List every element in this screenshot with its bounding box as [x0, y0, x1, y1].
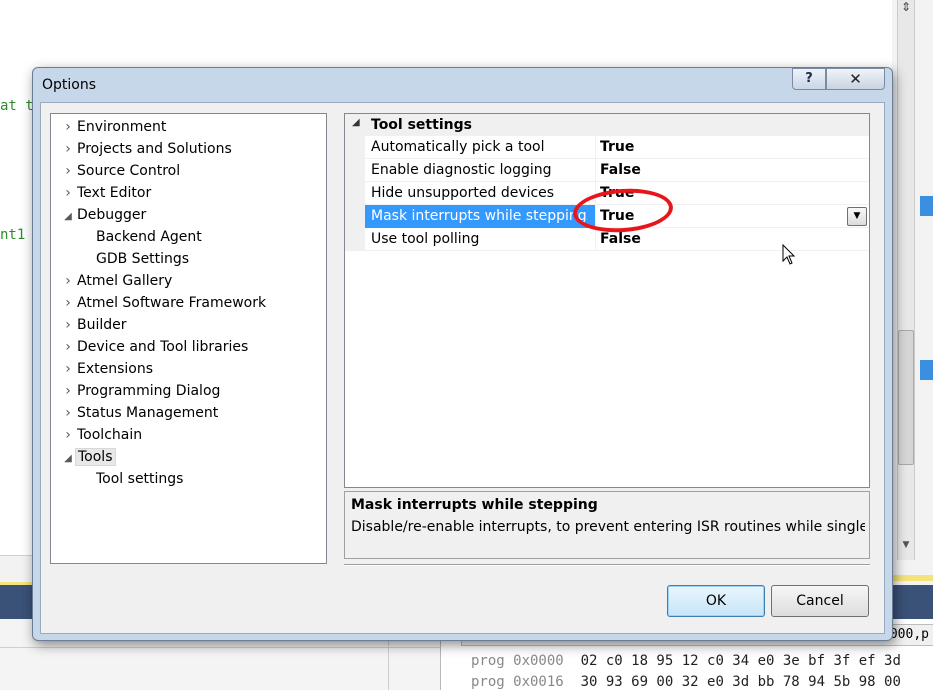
chevron-right-icon[interactable]: › [61, 314, 75, 336]
tree-item[interactable]: ◢ Debugger [61, 204, 148, 226]
dropdown-arrow-icon[interactable]: ▼ [847, 207, 867, 226]
dialog-title: Options [42, 77, 97, 93]
property-name: Hide unsupported devices [371, 185, 555, 201]
chevron-right-icon[interactable]: › [61, 138, 75, 160]
description-panel: Mask interrupts while stepping Disable/r… [344, 491, 870, 559]
property-row[interactable]: Enable diagnostic logging False [345, 159, 869, 182]
help-button[interactable]: ? [792, 68, 826, 90]
tree-item-label: Backend Agent [96, 229, 202, 245]
chevron-right-icon[interactable]: › [61, 292, 75, 314]
scroll-down-icon[interactable]: ▼ [897, 540, 915, 554]
memory-row: prog 0x0016 30 93 69 00 32 e0 3d bb 78 9… [471, 674, 901, 690]
property-value[interactable]: False [600, 231, 641, 247]
property-value[interactable]: True [600, 208, 634, 224]
chevron-right-icon[interactable]: › [61, 270, 75, 292]
memory-bytes: 02 c0 18 95 12 c0 34 e0 3e bf 3f ef 3d [580, 653, 901, 669]
marker [920, 196, 933, 216]
chevron-right-icon[interactable]: › [61, 116, 75, 138]
chevron-right-icon[interactable]: › [61, 336, 75, 358]
splitter-icon[interactable]: ⇕ [897, 0, 915, 14]
memory-address: prog 0x0000 [471, 653, 564, 669]
tree-item[interactable]: › Programming Dialog [61, 380, 222, 402]
scrollbar-thumb[interactable] [898, 330, 914, 465]
tree-item[interactable]: › Atmel Software Framework [61, 292, 268, 314]
tree-item[interactable]: › Source Control [61, 160, 182, 182]
property-row[interactable]: Mask interrupts while stepping True ▼ [345, 205, 869, 228]
property-row[interactable]: Hide unsupported devices True [345, 182, 869, 205]
cancel-button[interactable]: Cancel [771, 585, 869, 617]
close-icon: ✕ [849, 70, 862, 88]
tree-item[interactable]: Tool settings [80, 468, 185, 490]
close-button[interactable]: ✕ [826, 68, 885, 90]
mouse-cursor-icon [782, 244, 796, 265]
property-grid: ◢ Tool settings Automatically pick a too… [344, 113, 870, 488]
property-name: Use tool polling [371, 231, 480, 247]
tree-item[interactable]: › Extensions [61, 358, 155, 380]
chevron-right-icon[interactable]: › [61, 160, 75, 182]
property-value[interactable]: True [600, 139, 634, 155]
tree-item-label: Extensions [77, 361, 154, 377]
dialog-titlebar[interactable]: Options ? ✕ [33, 68, 892, 102]
chevron-right-icon[interactable]: › [61, 380, 75, 402]
code-fragment: nt1 [0, 227, 26, 243]
tree-item-label: GDB Settings [96, 251, 190, 267]
expanded-triangle-icon[interactable]: ◢ [61, 206, 75, 228]
tree-item-label: Device and Tool libraries [77, 339, 249, 355]
tree-item-label: Builder [77, 317, 127, 333]
chevron-right-icon[interactable]: › [61, 182, 75, 204]
tree-item[interactable]: › Status Management [61, 402, 220, 424]
property-name: Automatically pick a tool [371, 139, 545, 155]
chevron-right-icon[interactable]: › [61, 424, 75, 446]
tree-item[interactable]: ◢ Tools [61, 446, 116, 468]
options-tree: › Environment › Projects and Solutions › Sour… [50, 113, 327, 564]
dialog-client-area: › Environment › Projects and Solutions › Sour… [40, 102, 885, 634]
tree-item-label: Text Editor [77, 185, 152, 201]
tree-item[interactable]: GDB Settings [80, 248, 191, 270]
tree-item[interactable]: › Environment [61, 116, 168, 138]
tree-item[interactable]: Backend Agent [80, 226, 204, 248]
memory-row: prog 0x0000 02 c0 18 95 12 c0 34 e0 3e b… [471, 653, 901, 669]
chevron-right-icon[interactable]: › [61, 402, 75, 424]
editor-vertical-scrollbar[interactable] [897, 0, 915, 560]
property-row[interactable]: Automatically pick a tool True [345, 136, 869, 159]
options-dialog: Options ? ✕ › Environment › Projects and So… [32, 67, 893, 641]
editor-right-column: ⇕ ▼ [892, 0, 933, 585]
tree-item-label: Programming Dialog [77, 383, 221, 399]
tree-item-label: Atmel Gallery [77, 273, 173, 289]
tree-item[interactable]: › Builder [61, 314, 129, 336]
collapse-triangle-icon[interactable]: ◢ [352, 117, 360, 128]
expanded-triangle-icon[interactable]: ◢ [61, 448, 75, 470]
memory-address: prog 0x0016 [471, 674, 564, 690]
ok-button[interactable]: OK [667, 585, 765, 617]
help-icon: ? [805, 71, 813, 86]
code-fragment: at t [0, 98, 34, 114]
property-value[interactable]: False [600, 162, 641, 178]
category-label: Tool settings [371, 117, 472, 133]
divider [344, 564, 870, 566]
marker [920, 360, 933, 380]
chevron-right-icon[interactable]: › [61, 358, 75, 380]
tree-item[interactable]: › Projects and Solutions [61, 138, 234, 160]
description-text: Disable/re-enable interrupts, to prevent… [351, 519, 865, 535]
tree-item-label: Status Management [77, 405, 219, 421]
tree-item[interactable]: › Toolchain [61, 424, 144, 446]
category-row[interactable]: ◢ Tool settings [345, 114, 869, 136]
tree-item[interactable]: › Text Editor [61, 182, 153, 204]
tree-item-label: Tool settings [96, 471, 184, 487]
tree-item-label: Toolchain [77, 427, 143, 443]
tree-item-label: Environment [77, 119, 167, 135]
property-name: Mask interrupts while stepping [371, 208, 587, 224]
tree-item[interactable]: › Atmel Gallery [61, 270, 174, 292]
description-title: Mask interrupts while stepping [351, 497, 598, 513]
tree-item-label: Tools [75, 448, 116, 466]
tree-item[interactable]: › Device and Tool libraries [61, 336, 250, 358]
tree-item-label: Source Control [77, 163, 181, 179]
tree-item-label: Atmel Software Framework [77, 295, 267, 311]
property-name: Enable diagnostic logging [371, 162, 552, 178]
tree-item-label: Debugger [77, 207, 147, 223]
property-value[interactable]: True [600, 185, 634, 201]
memory-bytes: 30 93 69 00 32 e0 3d bb 78 94 5b 98 00 [580, 674, 901, 690]
tree-item-label: Projects and Solutions [77, 141, 232, 157]
